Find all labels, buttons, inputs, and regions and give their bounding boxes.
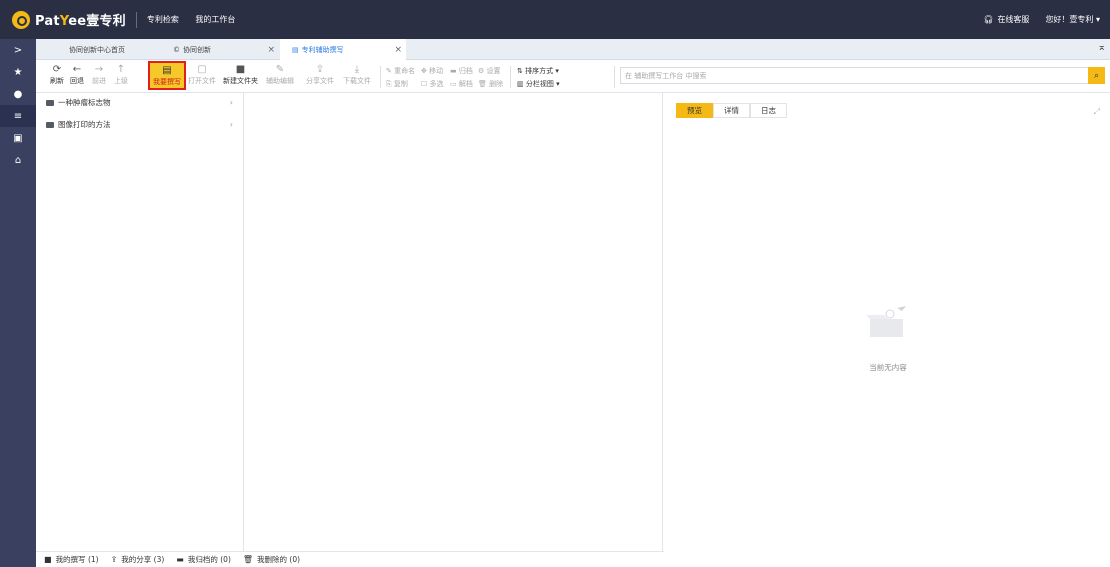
tab-preview[interactable]: 预览 bbox=[676, 103, 713, 118]
expand-sidebar-icon[interactable]: > bbox=[0, 39, 36, 61]
arrow-left-icon: ← bbox=[72, 64, 82, 75]
move-button[interactable]: ✥ 移动 bbox=[421, 66, 443, 76]
share-icon: ⇪ bbox=[110, 555, 118, 564]
tab-patent-writing[interactable]: ▤ 专利辅助撰写 × bbox=[280, 39, 406, 60]
file-list-area bbox=[244, 93, 663, 551]
file-tree: 一种肿瘤标志物 › 图像打印的方法 › bbox=[36, 93, 244, 551]
preview-tabs: 预览 详情 日志 bbox=[676, 103, 787, 118]
online-support-link[interactable]: 在线客服 bbox=[997, 14, 1029, 25]
coop-icon: © bbox=[173, 45, 180, 54]
sort-dropdown[interactable]: ⇅ 排序方式 ▾ bbox=[517, 66, 559, 76]
copy-button[interactable]: ⎘ 复制 bbox=[386, 79, 408, 89]
top-right: 🎧︎ 在线客服 您好！壹专利 ▾ bbox=[967, 0, 1100, 39]
left-sidebar: > ★ ● ≡ ▣ ⌂ bbox=[0, 39, 36, 567]
nav-patent-search[interactable]: 专利检索 bbox=[147, 15, 179, 24]
fullscreen-icon[interactable]: ⤢ bbox=[1094, 107, 1100, 117]
chevron-right-icon: › bbox=[229, 98, 233, 107]
rename-button[interactable]: ✎ 重命名 bbox=[386, 66, 415, 76]
forward-button[interactable]: → 前进 bbox=[92, 63, 106, 86]
top-bar: PatYee壹专利 专利检索 我的工作台 🎧︎ 在线客服 您好！壹专利 ▾ bbox=[0, 0, 1110, 39]
logo[interactable]: PatYee壹专利 bbox=[12, 0, 126, 39]
bottom-bar: ■ 我的撰写 (1) ⇪ 我的分享 (3) ▬ 我归档的 (0) 🗑︎ 我删除的… bbox=[36, 551, 664, 567]
my-writing-link[interactable]: ■ 我的撰写 (1) bbox=[44, 554, 99, 565]
tab-label: 协同创新 bbox=[183, 45, 211, 54]
tab-coop-home[interactable]: 协同创新中心首页 bbox=[36, 39, 158, 60]
my-deleted-link[interactable]: 🗑︎ 我删除的 (0) bbox=[243, 554, 300, 565]
tab-bar: 协同创新中心首页 © 协同创新 × ▤ 专利辅助撰写 × ⌅ bbox=[36, 39, 1110, 60]
user-menu[interactable]: 您好！壹专利 ▾ bbox=[1045, 14, 1100, 25]
divider bbox=[614, 66, 615, 88]
tab-coop-innovation[interactable]: © 协同创新 × bbox=[161, 39, 279, 60]
tree-item[interactable]: 图像打印的方法 › bbox=[36, 116, 243, 133]
top-nav: 专利检索 我的工作台 bbox=[147, 14, 250, 25]
tab-log[interactable]: 日志 bbox=[750, 103, 787, 118]
tab-label: 协同创新中心首页 bbox=[69, 45, 125, 54]
up-button[interactable]: ↑ 上级 bbox=[114, 63, 128, 86]
open-file-button[interactable]: ▢ 打开文件 bbox=[188, 63, 216, 86]
unpack-button[interactable]: ▭ 解档 bbox=[450, 79, 473, 89]
archive-button[interactable]: ▬ 归档 bbox=[450, 66, 473, 76]
tab-label: 专利辅助撰写 bbox=[301, 45, 344, 54]
writing-icon: ▤ bbox=[292, 45, 299, 54]
empty-box-icon bbox=[866, 306, 906, 337]
refresh-icon: ⟳ bbox=[52, 64, 62, 75]
my-share-link[interactable]: ⇪ 我的分享 (3) bbox=[111, 554, 165, 565]
assist-edit-button[interactable]: ✎ 辅助编辑 bbox=[266, 63, 294, 86]
logo-text: PatYee壹专利 bbox=[35, 14, 126, 29]
preview-panel: 预览 详情 日志 ⤢ 当前无内容 bbox=[664, 93, 1110, 567]
write-button[interactable]: ▤ 我要撰写 bbox=[148, 61, 186, 90]
arrow-right-icon: → bbox=[94, 64, 104, 75]
nav-my-workbench[interactable]: 我的工作台 bbox=[195, 15, 235, 24]
file-icon: ▢ bbox=[197, 64, 207, 75]
share-icon: ⇪ bbox=[315, 64, 325, 75]
arrow-up-icon: ↑ bbox=[116, 64, 126, 75]
folder-icon bbox=[46, 99, 54, 106]
back-button[interactable]: ← 回退 bbox=[70, 63, 84, 86]
tab-details[interactable]: 详情 bbox=[713, 103, 750, 118]
download-file-button[interactable]: ⤓ 下载文件 bbox=[343, 63, 371, 86]
close-icon[interactable]: × bbox=[267, 45, 275, 55]
empty-state-text: 当前无内容 bbox=[869, 363, 907, 372]
search-input[interactable]: 在 辅助撰写工作台 中搜索 bbox=[620, 67, 1090, 84]
collapse-icon[interactable]: ⌅ bbox=[1098, 42, 1106, 53]
share-file-button[interactable]: ⇪ 分享文件 bbox=[306, 63, 334, 86]
chevron-right-icon: › bbox=[229, 120, 233, 129]
new-folder-button[interactable]: ■ 新建文件夹 bbox=[223, 63, 258, 86]
pen-icon: ✎ bbox=[275, 64, 285, 75]
folder-icon bbox=[46, 121, 54, 128]
headset-icon[interactable]: 🎧︎ bbox=[983, 15, 993, 24]
multi-select-button[interactable]: ☐ 多选 bbox=[421, 79, 444, 89]
logo-icon bbox=[12, 10, 30, 29]
star-icon[interactable]: ★ bbox=[0, 61, 36, 83]
archive-icon: ▬ bbox=[176, 555, 184, 564]
refresh-button[interactable]: ⟳ 刷新 bbox=[50, 63, 64, 86]
my-archive-link[interactable]: ▬ 我归档的 (0) bbox=[176, 554, 231, 565]
folder-icon: ■ bbox=[235, 64, 246, 75]
circle-icon[interactable]: ● bbox=[0, 83, 36, 105]
settings-button[interactable]: ⚙ 设置 bbox=[478, 66, 501, 76]
divider bbox=[510, 66, 511, 88]
book-icon[interactable]: ▣ bbox=[0, 127, 36, 149]
search-icon[interactable]: ⌕ bbox=[1088, 67, 1105, 84]
user-icon[interactable]: ⌂ bbox=[0, 149, 36, 171]
edit-doc-icon[interactable]: ≡ bbox=[0, 105, 36, 127]
divider bbox=[380, 66, 381, 88]
close-icon[interactable]: × bbox=[394, 45, 402, 55]
write-icon: ▤ bbox=[162, 65, 172, 76]
folder-icon: ■ bbox=[44, 555, 52, 564]
trash-icon: 🗑︎ bbox=[242, 555, 254, 564]
tree-item[interactable]: 一种肿瘤标志物 › bbox=[36, 94, 243, 111]
delete-button[interactable]: 🗑︎ 删除 bbox=[478, 79, 503, 89]
download-icon: ⤓ bbox=[354, 64, 360, 75]
divider bbox=[135, 11, 137, 28]
toolbar: ⟳ 刷新 ← 回退 → 前进 ↑ 上级 ▤ 我要撰写 ▢ 打开文件 ■ 新建文件… bbox=[36, 60, 1110, 93]
split-view-dropdown[interactable]: ▥ 分栏视图 ▾ bbox=[517, 79, 560, 89]
